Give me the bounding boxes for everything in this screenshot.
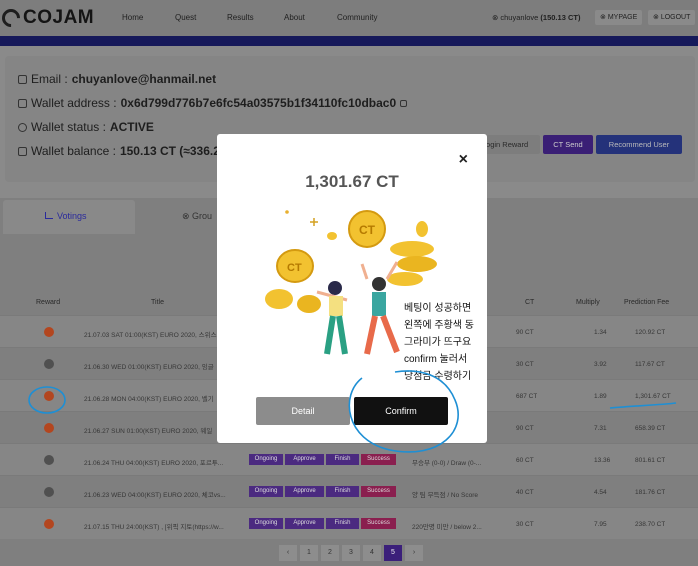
hand-drawn-markings [28, 370, 677, 453]
circle-marker [348, 370, 459, 453]
underline-marker [609, 402, 677, 409]
circle-marker [28, 386, 66, 414]
